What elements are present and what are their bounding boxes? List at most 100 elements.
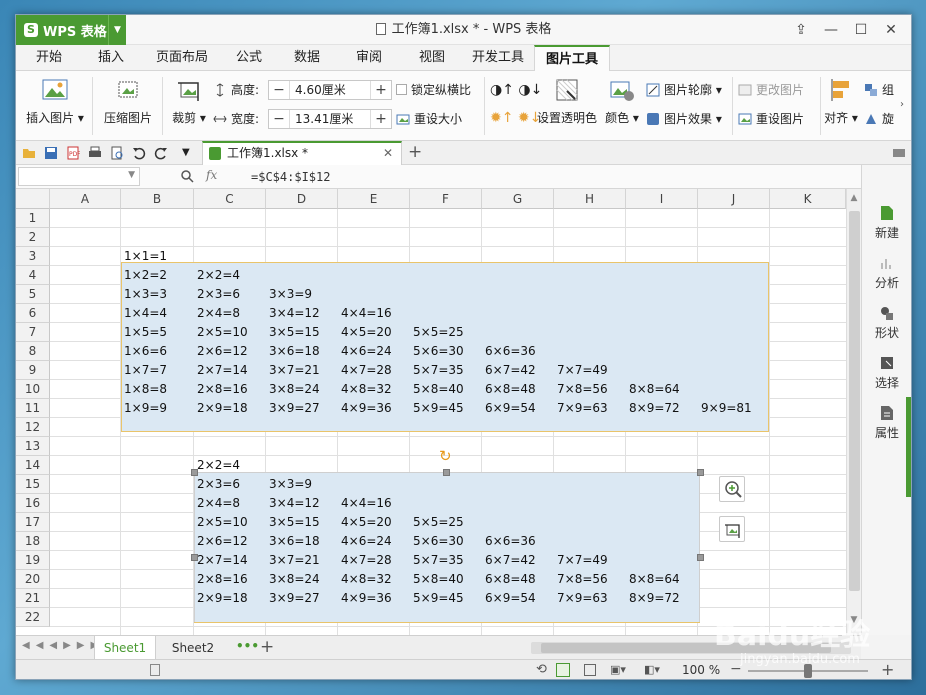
- crop-picture-button[interactable]: [719, 516, 745, 542]
- horizontal-scroll-thumb[interactable]: [541, 643, 831, 653]
- undo-icon[interactable]: [132, 146, 146, 160]
- pane-toggle-icon[interactable]: [892, 146, 906, 160]
- row-header-22[interactable]: 22: [16, 608, 50, 627]
- resize-handle-l[interactable]: [191, 554, 198, 561]
- resize-handle-r[interactable]: [697, 554, 704, 561]
- sheet-nav-arrows-icon[interactable]: ◀◀◀▶▶▶: [22, 640, 104, 651]
- zoom-search-icon[interactable]: [180, 169, 194, 186]
- reading-mode-icon[interactable]: ▣▾: [610, 663, 626, 676]
- task-analyze[interactable]: 分析: [862, 255, 911, 291]
- height-decrease-button[interactable]: −: [269, 81, 289, 99]
- history-icon[interactable]: ⟲: [536, 662, 547, 677]
- zoom-in-button[interactable]: +: [881, 660, 894, 679]
- normal-view-icon[interactable]: [556, 663, 570, 677]
- align-button[interactable]: 对齐 ▾: [822, 77, 860, 126]
- zoom-picture-button[interactable]: [719, 476, 745, 502]
- row-header-1[interactable]: 1: [16, 209, 50, 228]
- task-shapes[interactable]: 形状: [862, 305, 911, 341]
- column-header-c[interactable]: C: [194, 189, 266, 209]
- close-button[interactable]: ✕: [876, 15, 906, 45]
- compress-picture-button[interactable]: 压缩图片: [100, 77, 156, 126]
- restore-tab-icon[interactable]: ⇪: [786, 15, 816, 45]
- column-header-g[interactable]: G: [482, 189, 554, 209]
- picture-outline-button[interactable]: 图片轮廓 ▾: [646, 79, 722, 101]
- change-picture-button[interactable]: 更改图片: [738, 79, 804, 101]
- tab-picture-tools[interactable]: 图片工具: [534, 45, 610, 72]
- picture-effect-button[interactable]: 图片效果 ▾: [646, 108, 722, 130]
- row-header-10[interactable]: 10: [16, 380, 50, 399]
- app-menu-button[interactable]: S WPS 表格 ▼: [16, 15, 126, 45]
- column-header-d[interactable]: D: [266, 189, 338, 209]
- width-input[interactable]: 13.41厘米: [289, 110, 371, 128]
- width-decrease-button[interactable]: −: [269, 110, 289, 128]
- eye-protect-icon[interactable]: ◧▾: [644, 663, 660, 676]
- formula-input[interactable]: =$C$4:$I$12: [251, 165, 330, 189]
- ribbon-scroll-right-icon[interactable]: ›: [900, 99, 904, 110]
- column-header-f[interactable]: F: [410, 189, 482, 209]
- rotate-handle-icon[interactable]: ↻: [439, 447, 452, 465]
- row-header-3[interactable]: 3: [16, 247, 50, 266]
- resize-handle-tr[interactable]: [697, 469, 704, 476]
- row-header-2[interactable]: 2: [16, 228, 50, 247]
- task-properties[interactable]: 属性: [862, 405, 911, 441]
- more-sheets-icon[interactable]: •••: [236, 639, 259, 653]
- scroll-up-icon[interactable]: ▲: [848, 193, 860, 203]
- row-header-15[interactable]: 15: [16, 475, 50, 494]
- save-icon[interactable]: [44, 146, 58, 160]
- column-header-i[interactable]: I: [626, 189, 698, 209]
- row-header-19[interactable]: 19: [16, 551, 50, 570]
- maximize-button[interactable]: ☐: [846, 15, 876, 45]
- height-input[interactable]: 4.60厘米: [289, 81, 371, 99]
- row-header-11[interactable]: 11: [16, 399, 50, 418]
- column-header-h[interactable]: H: [554, 189, 626, 209]
- color-button[interactable]: 颜色 ▾: [604, 77, 640, 126]
- column-header-b[interactable]: B: [121, 189, 194, 209]
- row-header-20[interactable]: 20: [16, 570, 50, 589]
- tab-developer[interactable]: 开发工具: [466, 45, 530, 71]
- row-header-13[interactable]: 13: [16, 437, 50, 456]
- column-header-e[interactable]: E: [338, 189, 410, 209]
- width-increase-button[interactable]: +: [371, 110, 391, 128]
- namebox-chevron-icon[interactable]: ▼: [128, 170, 135, 180]
- zoom-out-button[interactable]: −: [730, 661, 742, 677]
- redo-icon[interactable]: [154, 146, 168, 160]
- row-header-8[interactable]: 8: [16, 342, 50, 361]
- row-header-17[interactable]: 17: [16, 513, 50, 532]
- chevron-down-icon[interactable]: ▼: [108, 15, 126, 45]
- row-header-21[interactable]: 21: [16, 589, 50, 608]
- print-icon[interactable]: [88, 146, 102, 160]
- task-select[interactable]: 选择: [862, 355, 911, 391]
- spreadsheet-grid[interactable]: ABCDEFGHIJK 1 2 3 4 5 6 7 8 9 10 11 12 13 14 15 16 17 18 1…: [16, 189, 846, 635]
- print-preview-icon[interactable]: [110, 146, 124, 160]
- sheet-tab-sheet1[interactable]: Sheet1: [94, 636, 156, 660]
- lock-ratio-checkbox[interactable]: 锁定纵横比: [396, 79, 471, 101]
- horizontal-scrollbar[interactable]: [531, 642, 851, 654]
- height-stepper[interactable]: − 4.60厘米 +: [268, 80, 392, 100]
- fx-icon[interactable]: fx: [206, 168, 217, 182]
- tab-page-layout[interactable]: 页面布局: [146, 45, 218, 71]
- row-header-9[interactable]: 9: [16, 361, 50, 380]
- tab-data[interactable]: 数据: [284, 45, 330, 71]
- task-pane-collapse-handle[interactable]: [906, 397, 911, 497]
- rotate-button[interactable]: 旋: [864, 108, 894, 130]
- add-sheet-icon[interactable]: +: [260, 637, 274, 657]
- tab-insert[interactable]: 插入: [88, 45, 134, 71]
- minimize-button[interactable]: —: [816, 15, 846, 45]
- row-header-14[interactable]: 14: [16, 456, 50, 475]
- scroll-thumb[interactable]: [849, 211, 860, 591]
- reset-size-button[interactable]: 重设大小: [396, 108, 462, 130]
- column-header-k[interactable]: K: [770, 189, 846, 209]
- document-tab[interactable]: 工作簿1.xlsx * ✕: [202, 141, 402, 165]
- tab-review[interactable]: 审阅: [346, 45, 392, 71]
- group-button[interactable]: 组: [864, 79, 894, 101]
- resize-handle-tl[interactable]: [191, 469, 198, 476]
- height-increase-button[interactable]: +: [371, 81, 391, 99]
- tab-formula[interactable]: 公式: [226, 45, 272, 71]
- tab-view[interactable]: 视图: [409, 45, 455, 71]
- row-header-12[interactable]: 12: [16, 418, 50, 437]
- close-tab-icon[interactable]: ✕: [383, 143, 393, 164]
- open-folder-icon[interactable]: [22, 146, 36, 160]
- task-new[interactable]: 新建: [862, 205, 911, 241]
- zoom-slider-thumb[interactable]: [804, 664, 812, 678]
- page-break-view-icon[interactable]: [584, 664, 596, 676]
